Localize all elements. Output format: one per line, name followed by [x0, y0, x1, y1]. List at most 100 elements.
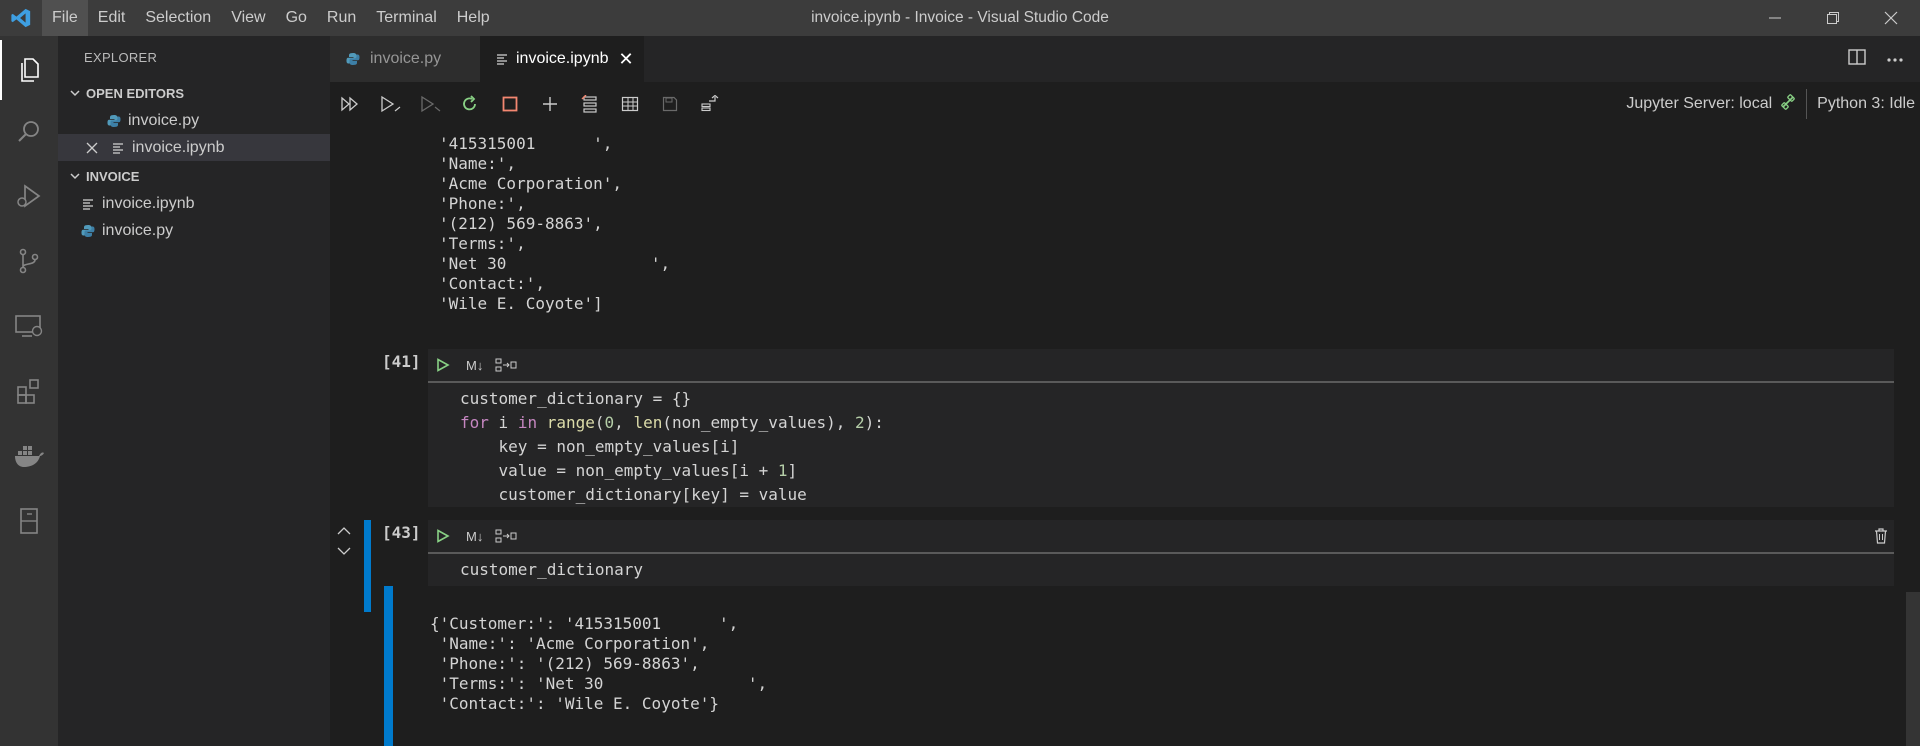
open-editor-label: invoice.ipynb: [132, 138, 225, 156]
remote-explorer-button[interactable]: [0, 296, 58, 356]
menu-terminal[interactable]: Terminal: [366, 0, 446, 36]
close-window-button[interactable]: [1862, 0, 1920, 36]
notebook-toolbar: Jupyter Server: local Python 3: Idle: [330, 82, 1920, 126]
python-file-icon: [346, 52, 362, 66]
output-focus-indicator: [384, 586, 393, 746]
interrupt-kernel-button[interactable]: [490, 82, 530, 126]
output-line: 'Terms:': 'Net 30 ',: [430, 674, 768, 693]
clear-outputs-button[interactable]: [570, 82, 610, 126]
close-icon: [1884, 11, 1898, 25]
output-line: 'Net 30 ',: [439, 254, 671, 273]
menu-bar: File Edit Selection View Go Run Terminal…: [42, 0, 500, 36]
open-editor-invoice-py[interactable]: invoice.py: [58, 107, 330, 134]
code-line: customer_dictionary: [460, 560, 644, 579]
menu-edit[interactable]: Edit: [88, 0, 136, 36]
delete-cell-icon[interactable]: [1874, 528, 1888, 544]
file-invoice-ipynb[interactable]: invoice.ipynb: [58, 190, 330, 217]
tab-invoice-ipynb[interactable]: invoice.ipynb ✕: [480, 36, 644, 82]
add-cell-button[interactable]: [530, 82, 570, 126]
output-line: 'Contact:',: [439, 274, 545, 293]
insert-cell-below-icon[interactable]: [495, 358, 517, 372]
cell-toolbar: M↓: [428, 349, 1894, 381]
code-editor[interactable]: customer_dictionary: [428, 552, 1894, 586]
output-line: 'Terms:',: [439, 234, 526, 253]
split-editor-icon[interactable]: [1848, 48, 1866, 70]
run-cell-icon[interactable]: [436, 529, 452, 543]
files-icon: [21, 58, 39, 82]
chevron-down-icon: [64, 170, 86, 182]
variables-button[interactable]: [610, 82, 650, 126]
kernel-status[interactable]: Python 3: Idle: [1817, 95, 1915, 113]
code-editor[interactable]: customer_dictionary = {} for i in range(…: [428, 381, 1894, 507]
restart-kernel-button[interactable]: [450, 82, 490, 126]
save-icon: [662, 96, 678, 112]
close-tab-icon[interactable]: ✕: [619, 49, 634, 70]
python-file-icon: [80, 223, 96, 239]
more-actions-icon[interactable]: [1886, 50, 1904, 68]
jupyter-server-status[interactable]: Jupyter Server: local: [1626, 95, 1772, 113]
output-line: 'Acme Corporation',: [439, 174, 623, 193]
output-line: 'Name:',: [439, 154, 517, 173]
file-label: invoice.ipynb: [102, 194, 195, 212]
notebook-editor: '415315001 ', 'Name:', 'Acme Corporation…: [330, 126, 1920, 746]
markdown-toggle[interactable]: M↓: [466, 529, 483, 544]
open-editors-section[interactable]: OPEN EDITORS: [58, 80, 330, 106]
output-line: 'Contact:': 'Wile E. Coyote'}: [430, 694, 719, 713]
docker-button[interactable]: [0, 426, 58, 486]
notebook-file-icon: [80, 196, 96, 212]
minimize-button[interactable]: [1746, 0, 1804, 36]
tab-invoice-py[interactable]: invoice.py: [330, 36, 480, 82]
run-above-icon: [381, 95, 401, 113]
menu-view[interactable]: View: [221, 0, 275, 36]
export-icon: [701, 95, 719, 112]
move-cell-down-icon[interactable]: [336, 544, 352, 562]
move-cell-up-icon[interactable]: [336, 524, 352, 542]
menu-selection[interactable]: Selection: [135, 0, 221, 36]
run-cell-icon[interactable]: [436, 358, 452, 372]
notebook-icon: [20, 508, 38, 534]
search-button[interactable]: [0, 102, 58, 162]
remote-explorer-icon: [15, 315, 43, 337]
close-icon[interactable]: [84, 140, 100, 156]
explorer-button[interactable]: [0, 40, 58, 100]
open-editor-label: invoice.py: [128, 111, 200, 129]
run-below-button[interactable]: [410, 82, 450, 126]
export-button[interactable]: [690, 82, 730, 126]
minimize-icon: [1769, 17, 1781, 19]
menu-help[interactable]: Help: [447, 0, 500, 36]
execution-count: [43]: [382, 523, 421, 542]
run-above-button[interactable]: [370, 82, 410, 126]
run-all-icon: [341, 96, 358, 112]
insert-cell-below-icon[interactable]: [495, 529, 517, 543]
menu-file[interactable]: File: [42, 0, 88, 36]
run-debug-button[interactable]: [0, 166, 58, 226]
stop-icon: [502, 96, 518, 112]
run-below-icon: [421, 95, 441, 113]
output-line: 'Wile E. Coyote']: [439, 294, 603, 313]
output-line: '415315001 ',: [439, 134, 613, 153]
menu-go[interactable]: Go: [276, 0, 317, 36]
activity-bar: [0, 36, 58, 746]
tab-label: invoice.py: [370, 50, 442, 67]
extensions-icon: [17, 379, 39, 404]
source-control-button[interactable]: [0, 231, 58, 291]
execution-count: [41]: [382, 352, 421, 371]
vertical-scrollbar[interactable]: [1906, 592, 1920, 746]
output-line: 'Name:': 'Acme Corporation',: [430, 634, 710, 653]
notebook-button[interactable]: [0, 491, 58, 551]
cell-toolbar: M↓: [428, 520, 1894, 552]
output-line: '(212) 569-8863',: [439, 214, 603, 233]
open-editor-invoice-ipynb[interactable]: invoice.ipynb: [58, 134, 330, 161]
invoice-folder-section[interactable]: INVOICE: [58, 163, 330, 189]
restart-icon: [463, 95, 476, 111]
save-button[interactable]: [650, 82, 690, 126]
menu-run[interactable]: Run: [317, 0, 366, 36]
run-all-button[interactable]: [330, 82, 370, 126]
restore-button[interactable]: [1804, 0, 1862, 36]
file-invoice-py[interactable]: invoice.py: [58, 217, 330, 244]
markdown-toggle[interactable]: M↓: [466, 358, 483, 373]
folder-label: INVOICE: [86, 168, 140, 184]
extensions-button[interactable]: [0, 361, 58, 421]
title-bar: File Edit Selection View Go Run Terminal…: [0, 0, 1920, 36]
explorer-sidebar: EXPLORER OPEN EDITORS invoice.py invoice…: [58, 36, 330, 746]
